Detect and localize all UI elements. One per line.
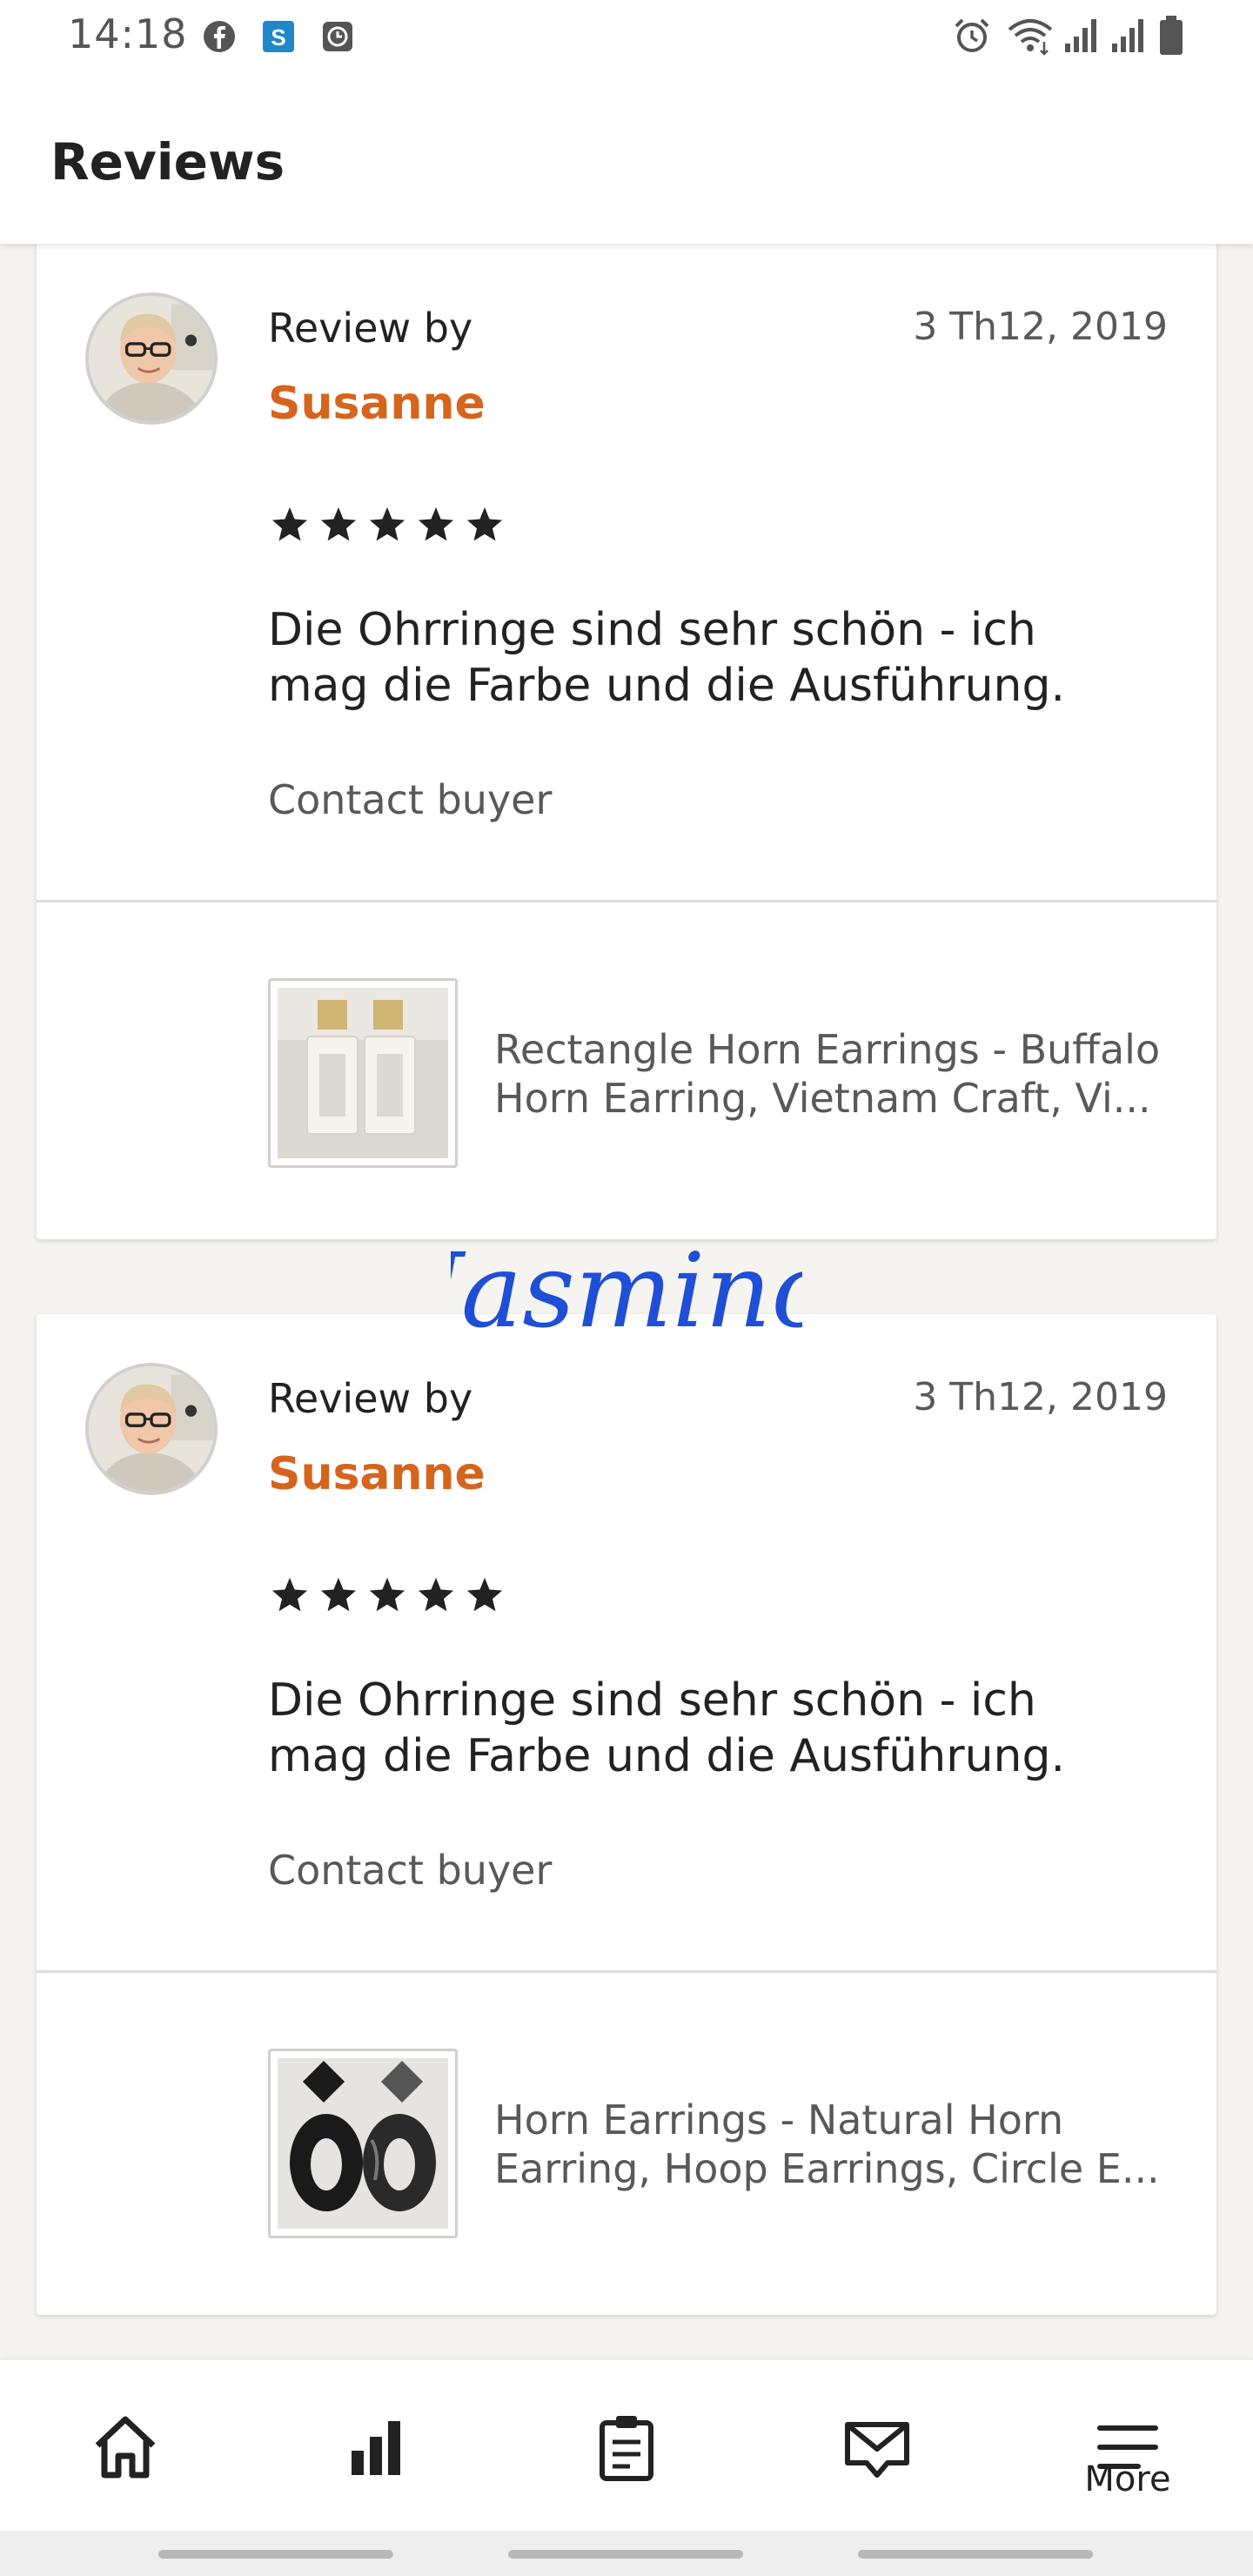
- contact-buyer-link[interactable]: Contact buyer: [268, 776, 552, 823]
- orders-icon: [600, 2416, 653, 2481]
- listing-image: [278, 2058, 448, 2229]
- review-by-label: Review by: [268, 1375, 473, 1422]
- clock-app-icon: [323, 22, 352, 51]
- reviewer-name[interactable]: Susanne: [268, 1448, 486, 1500]
- watermark-logo: Jasmino: [451, 1236, 802, 1351]
- nav-orders[interactable]: [539, 2360, 714, 2531]
- s-app-icon: S: [263, 21, 294, 52]
- stats-icon: [352, 2421, 400, 2475]
- reviewer-avatar[interactable]: [85, 1363, 218, 1495]
- gesture-pill[interactable]: [508, 2550, 743, 2559]
- star-icon: [466, 1577, 503, 1612]
- listing-thumbnail[interactable]: [268, 978, 458, 1168]
- status-bar: 14:18 S: [0, 0, 1253, 73]
- messages-icon: [845, 2422, 909, 2478]
- battery-icon: [1160, 16, 1183, 55]
- listing-image: [278, 988, 448, 1158]
- contact-buyer-link[interactable]: Contact buyer: [268, 1847, 552, 1894]
- listing-title[interactable]: Horn Earrings - Natural Horn Earring, Ho…: [494, 2096, 1182, 2193]
- review-date: 3 Th12, 2019: [913, 1375, 1168, 1419]
- nav-stats[interactable]: [289, 2360, 463, 2531]
- nav-more-label: More: [1084, 2459, 1171, 2499]
- svg-text:Jasmino: Jasmino: [451, 1236, 802, 1351]
- status-time: 14:18: [68, 10, 188, 57]
- facebook-icon: [204, 21, 235, 52]
- gesture-pill[interactable]: [158, 2550, 393, 2559]
- star-icon: [466, 506, 503, 541]
- review-card: Review by 3 Th12, 2019 Susanne Die Ohrri…: [37, 1314, 1216, 2315]
- divider: [37, 900, 1216, 902]
- review-text: Die Ohrringe sind sehr schön - ich mag d…: [268, 1674, 1066, 1782]
- listing-link[interactable]: Horn Earrings - Natural Horn Earring, Ho…: [268, 2049, 1173, 2238]
- review-text: Die Ohrringe sind sehr schön - ich mag d…: [268, 604, 1066, 712]
- star-rating: [270, 505, 505, 545]
- listing-thumbnail[interactable]: [268, 2049, 458, 2238]
- star-icon: [271, 1577, 308, 1612]
- star-icon: [418, 1577, 454, 1612]
- signal-icon: [1065, 19, 1096, 52]
- review-by-label: Review by: [268, 305, 473, 352]
- svg-text:S: S: [271, 24, 285, 50]
- gesture-bar: [0, 2531, 1253, 2576]
- review-card: Review by 3 Th12, 2019 Susanne Die Ohrri…: [37, 209, 1216, 1239]
- gesture-pill[interactable]: [858, 2550, 1093, 2559]
- listing-link[interactable]: Rectangle Horn Earrings - Buffalo Horn E…: [268, 978, 1173, 1168]
- reviewer-avatar[interactable]: [85, 292, 218, 425]
- star-icon: [320, 506, 357, 541]
- signal-icon: [1112, 19, 1143, 52]
- bottom-navigation: More: [0, 2360, 1253, 2531]
- home-icon: [95, 2416, 156, 2479]
- reviewer-name[interactable]: Susanne: [268, 378, 486, 430]
- review-date: 3 Th12, 2019: [913, 305, 1168, 349]
- listing-title[interactable]: Rectangle Horn Earrings - Buffalo Horn E…: [494, 1025, 1182, 1123]
- alarm-icon: [955, 18, 989, 52]
- nav-messages[interactable]: [790, 2360, 964, 2531]
- page-title: Reviews: [50, 132, 285, 191]
- star-icon: [320, 1577, 357, 1612]
- star-icon: [418, 506, 454, 541]
- divider: [37, 1970, 1216, 1973]
- star-icon: [271, 506, 308, 541]
- wifi-icon: [1008, 19, 1053, 56]
- nav-home[interactable]: [38, 2360, 212, 2531]
- star-icon: [369, 506, 405, 541]
- star-rating: [270, 1575, 505, 1615]
- star-icon: [369, 1577, 405, 1612]
- nav-more[interactable]: More: [1041, 2360, 1215, 2531]
- app-header: Reviews: [0, 73, 1253, 244]
